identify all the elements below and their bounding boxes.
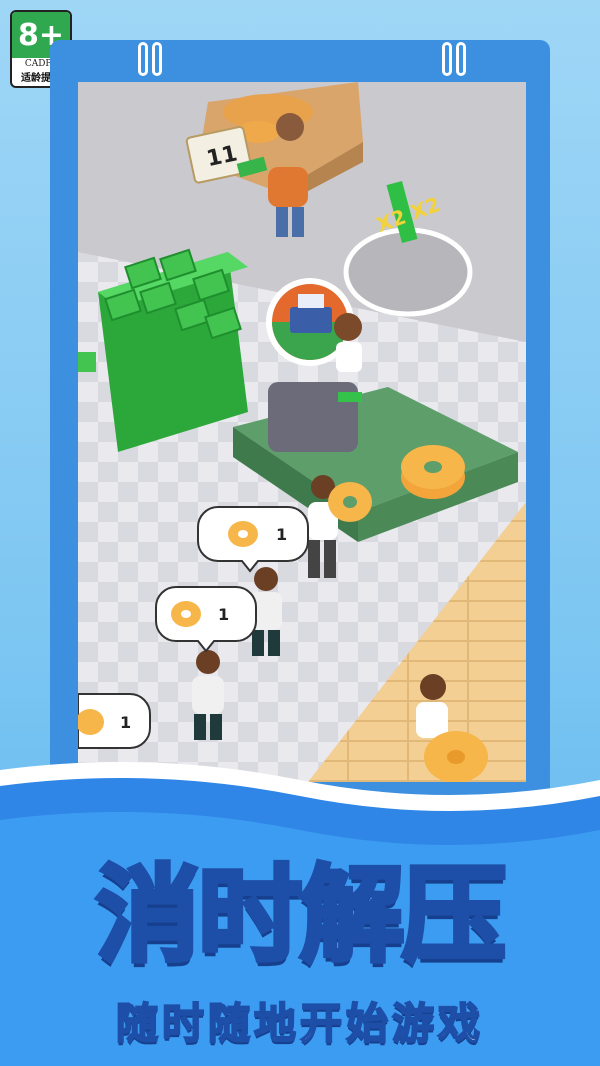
binder-ring-icon xyxy=(442,42,452,76)
headline-char-accent: 压 xyxy=(400,852,509,979)
headline-char: 解 xyxy=(297,852,406,979)
order-bubble: 1 xyxy=(197,506,309,573)
binder-ring-icon xyxy=(456,42,466,76)
headline-char-accent: 时 xyxy=(195,852,304,979)
order-bubble: 1 xyxy=(155,586,257,653)
subheadline: 随时随地开始游戏 xyxy=(115,998,484,1049)
game-scene[interactable]: 11 X2 X2 1 1 1 xyxy=(78,82,526,782)
order-bubble: 1 xyxy=(78,693,151,749)
order-bubble-count: 1 xyxy=(276,525,287,544)
headline-char: 消 xyxy=(93,852,202,979)
headline: 消时解压 xyxy=(0,830,600,981)
binder-ring-icon xyxy=(138,42,148,76)
binder-ring-icon xyxy=(152,42,162,76)
order-bubble-count: 1 xyxy=(120,713,131,732)
order-bubble-count: 1 xyxy=(218,605,229,624)
